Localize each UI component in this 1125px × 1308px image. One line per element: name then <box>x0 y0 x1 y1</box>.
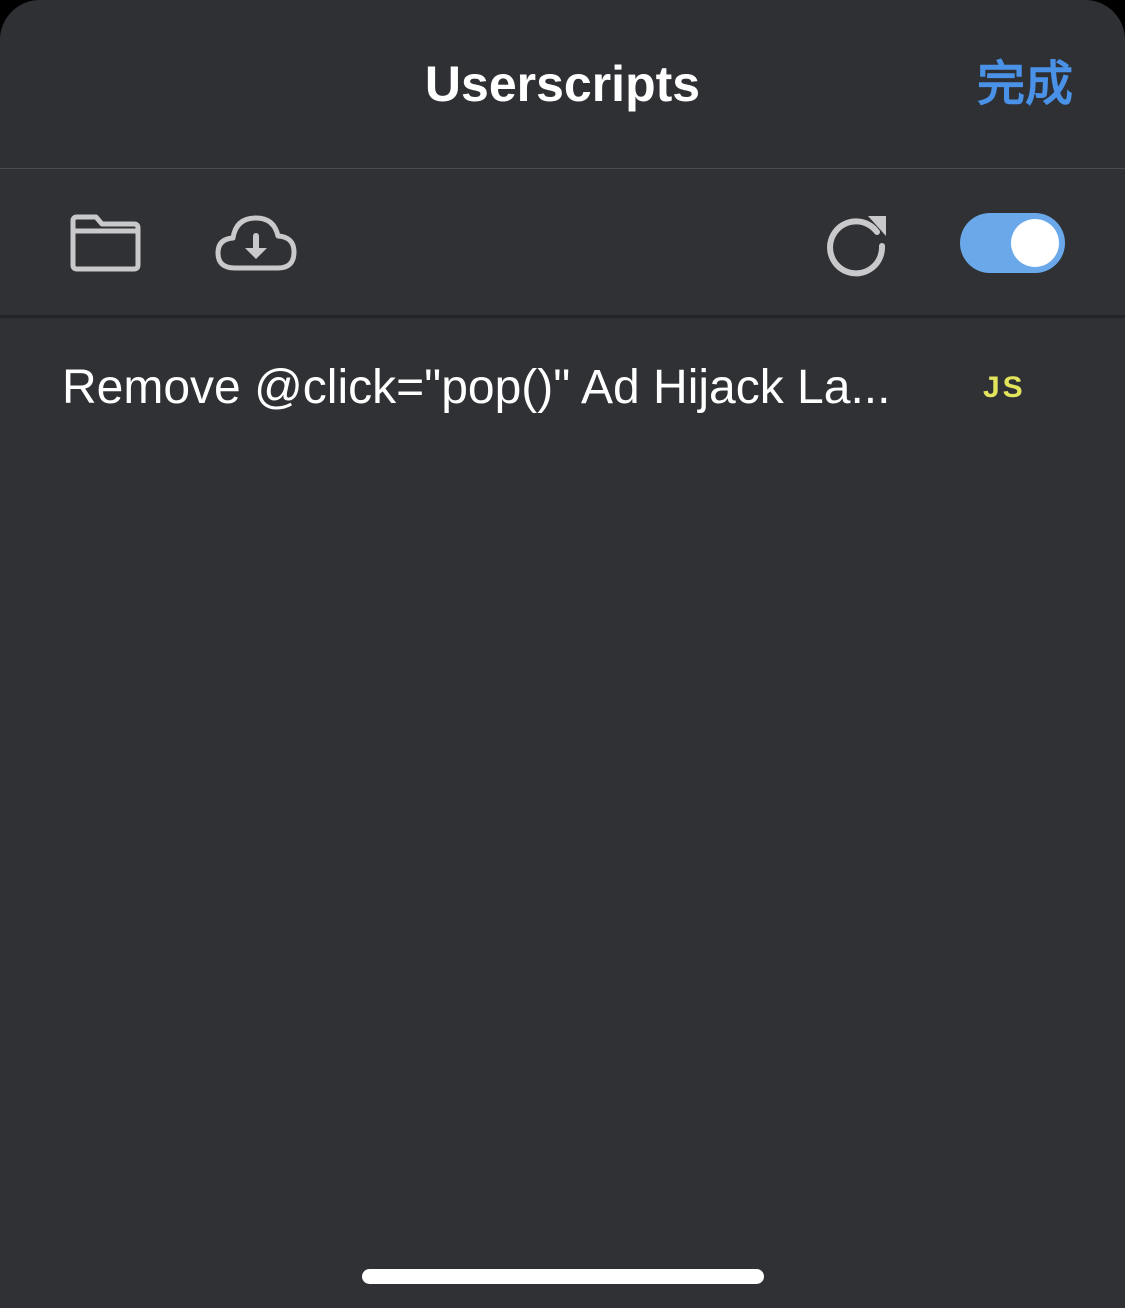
toggle-knob <box>1011 219 1059 267</box>
toolbar <box>0 169 1125 315</box>
refresh-icon[interactable] <box>822 210 890 278</box>
script-type-badge: JS <box>983 371 1026 404</box>
cloud-download-icon[interactable] <box>213 212 299 274</box>
script-name: Remove @click="pop()" Ad Hijack La... <box>62 361 891 414</box>
folder-icon[interactable] <box>68 213 142 273</box>
enable-scripts-toggle[interactable] <box>960 213 1065 273</box>
navigation-bar: Userscripts 完成 <box>0 0 1125 168</box>
page-title: Userscripts <box>424 56 701 112</box>
userscripts-sheet: Userscripts 完成 Remove @click="pop()" Ad … <box>0 0 1125 1308</box>
done-button[interactable]: 完成 <box>977 54 1073 114</box>
script-list-item[interactable]: Remove @click="pop()" Ad Hijack La... JS <box>0 318 1125 458</box>
home-indicator <box>362 1269 764 1284</box>
